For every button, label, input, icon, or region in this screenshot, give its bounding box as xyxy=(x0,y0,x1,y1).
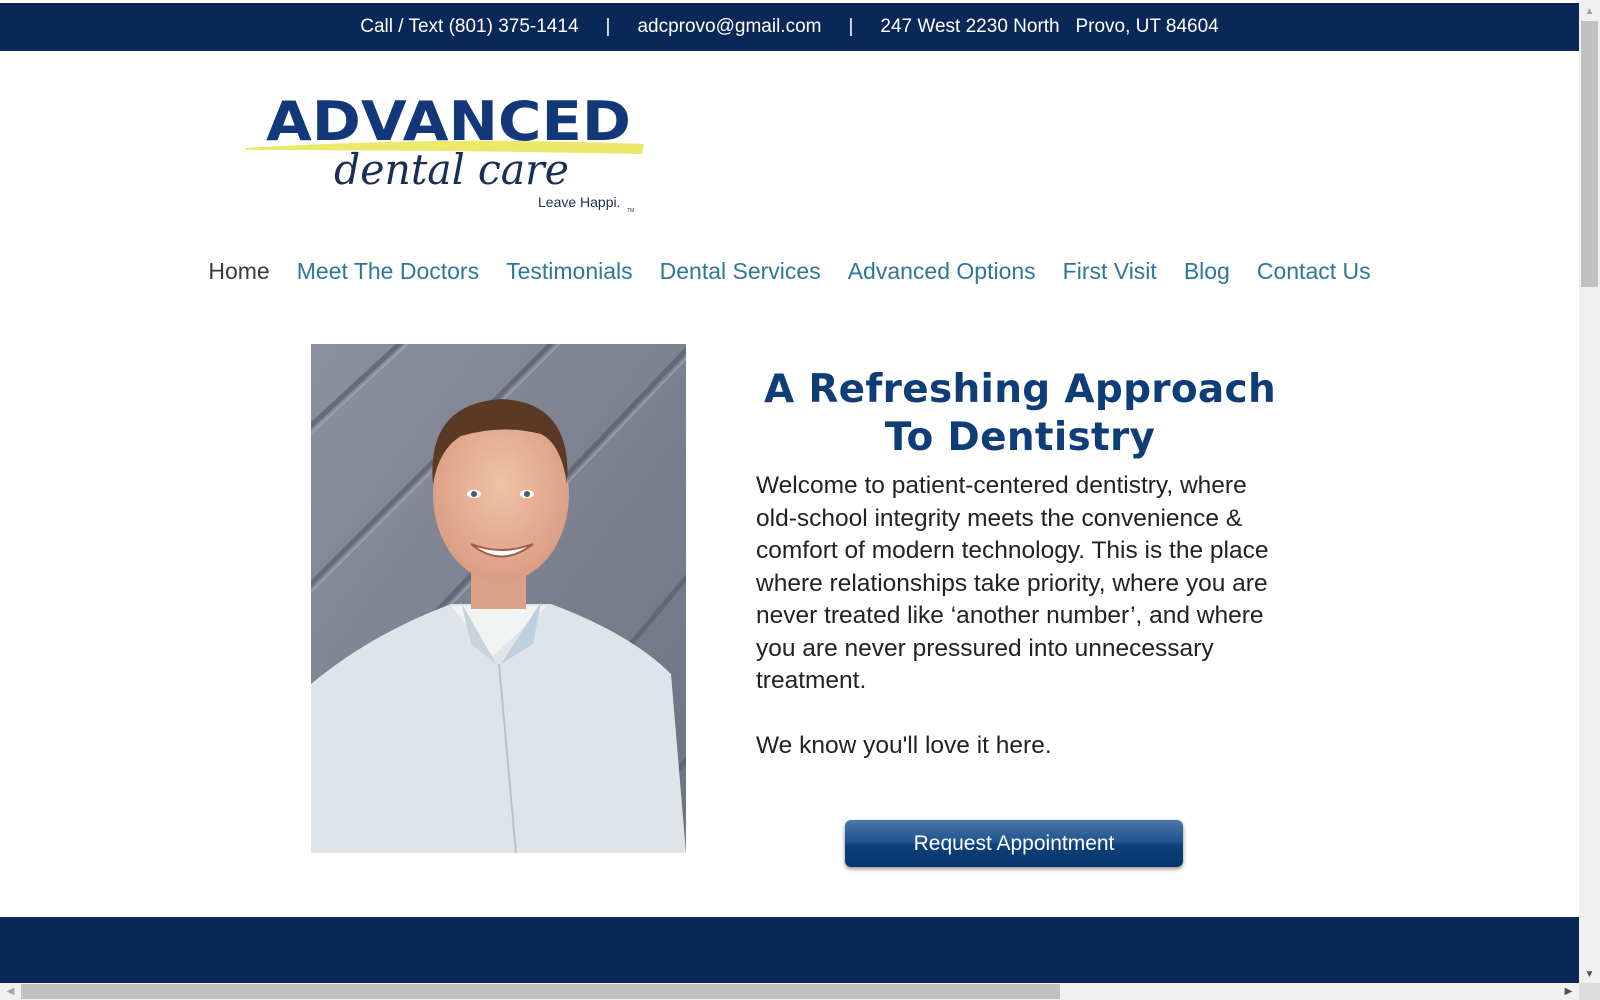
intro-paragraph: Welcome to patient-centered dentistry, w… xyxy=(756,472,1269,694)
contact-bar: Call / Text (801) 375-1414 | adcprovo@gm… xyxy=(0,3,1579,51)
phone-link[interactable]: Call / Text (801) 375-1414 xyxy=(360,16,578,38)
headline-line-2: To Dentistry xyxy=(884,415,1156,461)
nav-first-visit[interactable]: First Visit xyxy=(1063,258,1157,298)
horizontal-scrollbar[interactable]: ◀ ▶ xyxy=(0,983,1579,1000)
nav-dental-services[interactable]: Dental Services xyxy=(660,258,821,298)
hero-body: Welcome to patient-centered dentistry, w… xyxy=(756,470,1286,762)
vertical-scroll-thumb[interactable] xyxy=(1581,21,1598,287)
scroll-up-arrow-icon[interactable]: ▲ xyxy=(1579,3,1600,20)
separator: | xyxy=(605,16,611,37)
page-viewport: Call / Text (801) 375-1414 | adcprovo@gm… xyxy=(0,0,1579,983)
logo-trademark: TM xyxy=(627,208,634,214)
nav-blog[interactable]: Blog xyxy=(1184,258,1230,298)
nav-advanced-options[interactable]: Advanced Options xyxy=(848,258,1036,298)
horizontal-scroll-thumb[interactable] xyxy=(21,984,1060,999)
email-link[interactable]: adcprovo@gmail.com xyxy=(637,16,821,38)
footer-band xyxy=(0,917,1579,983)
hero-headline: A Refreshing Approach To Dentistry xyxy=(740,366,1300,462)
nav-home[interactable]: Home xyxy=(208,258,269,298)
logo-word: ADVANCED xyxy=(266,90,631,153)
scrollbar-corner xyxy=(1579,983,1600,1000)
address-text: 247 West 2230 North Provo, UT 84604 xyxy=(880,16,1219,37)
scroll-left-arrow-icon[interactable]: ◀ xyxy=(2,983,19,1000)
scroll-down-arrow-icon[interactable]: ▼ xyxy=(1579,966,1600,983)
nav-meet-the-doctors[interactable]: Meet The Doctors xyxy=(297,258,479,298)
nav-contact-us[interactable]: Contact Us xyxy=(1257,258,1371,298)
nav-testimonials[interactable]: Testimonials xyxy=(506,258,633,298)
scroll-right-arrow-icon[interactable]: ▶ xyxy=(1560,983,1577,1000)
closing-line: We know you'll love it here. xyxy=(756,731,1052,759)
site-logo[interactable]: ADVANCED dental care Leave Happi. TM xyxy=(246,88,666,218)
separator: | xyxy=(848,16,854,37)
main-nav: Home Meet The Doctors Testimonials Denta… xyxy=(0,258,1579,298)
vertical-scrollbar[interactable]: ▲ ▼ xyxy=(1579,0,1600,983)
logo-script: dental care xyxy=(334,145,569,194)
logo-tagline: Leave Happi. xyxy=(538,194,621,210)
request-appointment-button[interactable]: Request Appointment xyxy=(845,820,1183,867)
doctor-photo xyxy=(311,344,686,853)
headline-line-1: A Refreshing Approach xyxy=(763,367,1277,413)
